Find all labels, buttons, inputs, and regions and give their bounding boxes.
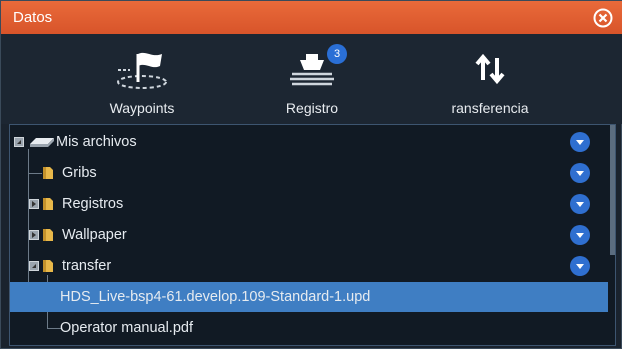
- tree-item-upd-file[interactable]: HDS_Live-bsp4-61.develop.109-Standard-1.…: [10, 282, 608, 312]
- window-title: Datos: [13, 9, 53, 26]
- registro-count-badge: 3: [327, 44, 347, 64]
- transfer-button[interactable]: ransferencia: [415, 34, 565, 124]
- collapse-icon[interactable]: [14, 137, 24, 147]
- waypoints-button[interactable]: Waypoints: [67, 34, 217, 124]
- folder-icon: [43, 260, 53, 272]
- tree-item-label: Wallpaper: [62, 227, 127, 243]
- folder-icon: [43, 198, 53, 210]
- waypoints-label: Waypoints: [109, 100, 175, 116]
- tree-item-label: Gribs: [62, 165, 97, 181]
- tool-bar: Waypoints 3 Registro ransferencia: [1, 34, 622, 124]
- close-icon[interactable]: [593, 8, 613, 28]
- chevron-down-icon[interactable]: [570, 256, 590, 276]
- chevron-down-icon[interactable]: [570, 225, 590, 245]
- tree-item-mis-archivos[interactable]: Mis archivos: [10, 127, 608, 157]
- file-tree: Mis archivos Gribs Registros Wallpaper t…: [9, 124, 616, 346]
- tree-item-label: Operator manual.pdf: [60, 320, 193, 336]
- tree-item-label: transfer: [62, 258, 112, 274]
- tree-item-gribs[interactable]: Gribs: [10, 158, 608, 188]
- tree-item-label: Registros: [62, 196, 124, 212]
- transfer-arrows-icon: [475, 53, 505, 85]
- collapse-icon[interactable]: [29, 261, 39, 271]
- scrollbar[interactable]: [610, 125, 615, 255]
- registro-label: Registro: [285, 100, 339, 116]
- folder-icon: [43, 229, 53, 241]
- expand-icon[interactable]: [29, 199, 39, 209]
- drive-icon: [30, 138, 54, 147]
- tree-item-registros[interactable]: Registros: [10, 189, 608, 219]
- registro-button[interactable]: 3 Registro: [237, 34, 387, 124]
- tree-item-transfer[interactable]: transfer: [10, 251, 608, 281]
- expand-icon[interactable]: [29, 230, 39, 240]
- chevron-down-icon[interactable]: [570, 163, 590, 183]
- tree-item-wallpaper[interactable]: Wallpaper: [10, 220, 608, 250]
- folder-icon: [43, 167, 53, 179]
- tree-item-label: HDS_Live-bsp4-61.develop.109-Standard-1.…: [60, 289, 371, 305]
- chevron-down-icon[interactable]: [570, 194, 590, 214]
- tree-item-pdf-file[interactable]: Operator manual.pdf: [10, 313, 608, 343]
- tree-item-label: Mis archivos: [56, 134, 137, 150]
- data-dialog: Datos Waypoints 3 Registro ransferencia …: [0, 0, 622, 349]
- title-bar: Datos: [1, 1, 622, 34]
- transfer-label: ransferencia: [451, 100, 529, 116]
- waypoint-flag-icon: [117, 52, 167, 89]
- chevron-down-icon[interactable]: [570, 132, 590, 152]
